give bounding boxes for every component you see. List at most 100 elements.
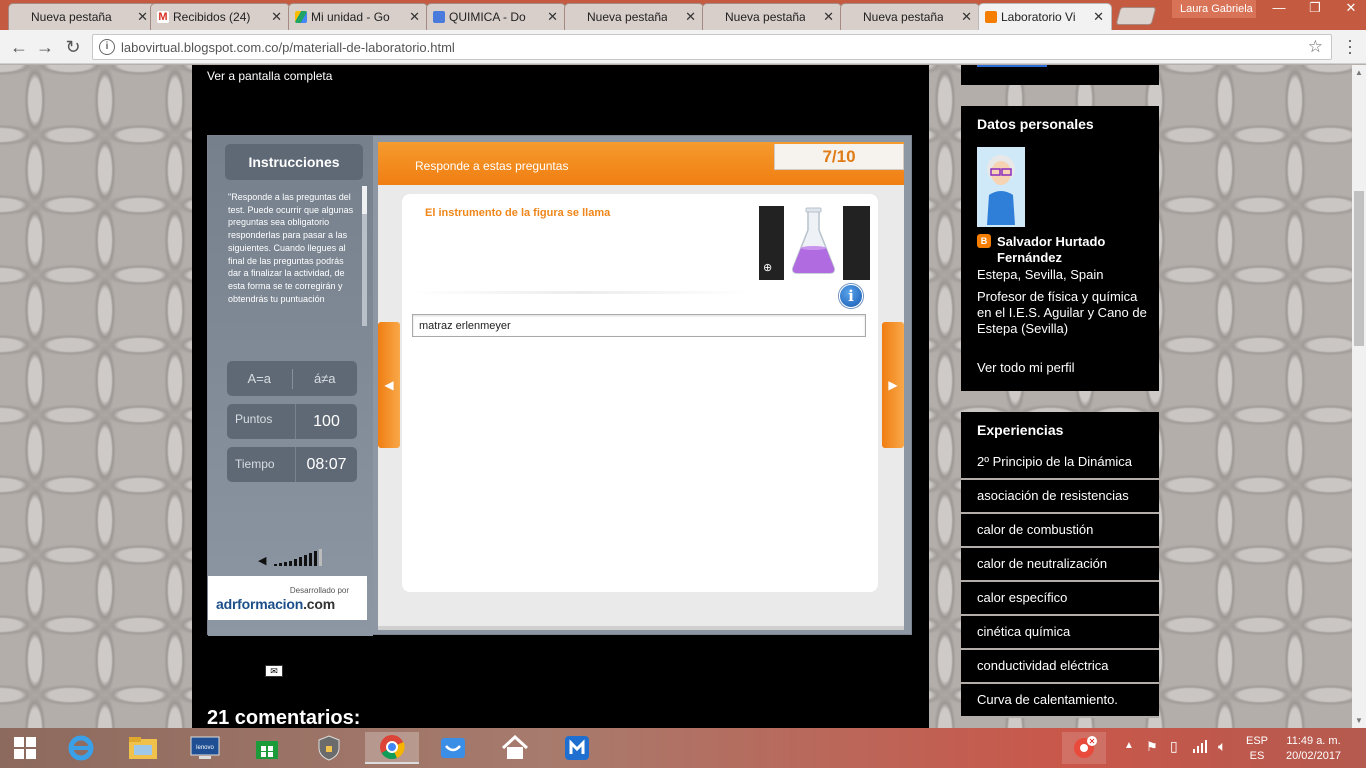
star-icon[interactable]: ☆ bbox=[1308, 37, 1323, 57]
scroll-down-icon[interactable]: ▼ bbox=[1355, 716, 1363, 725]
security-shield-icon[interactable] bbox=[310, 732, 348, 764]
logo-text: adrformacion.com bbox=[216, 596, 335, 612]
speaker-icon[interactable]: ◀ bbox=[258, 556, 266, 567]
list-item[interactable]: conductividad eléctrica bbox=[961, 650, 1159, 684]
case-sensitivity-toggle[interactable]: A=a á≠a bbox=[227, 361, 357, 396]
list-item[interactable]: calor de neutralización bbox=[961, 548, 1159, 582]
scroll-up-icon[interactable]: ▲ bbox=[1355, 68, 1363, 77]
tab-drive[interactable]: Mi unidad - Go ✕ bbox=[288, 3, 428, 30]
address-bar[interactable]: i labovirtual.blogspot.com.co/p/material… bbox=[92, 34, 1332, 60]
close-icon[interactable]: ✕ bbox=[409, 9, 420, 25]
volume-icon[interactable]: 🔈︎ bbox=[1218, 738, 1226, 768]
close-icon[interactable]: ✕ bbox=[547, 9, 558, 25]
input-language[interactable]: ESP ES bbox=[1246, 734, 1268, 764]
close-icon[interactable]: ✕ bbox=[1093, 9, 1104, 25]
windows-start-icon[interactable] bbox=[6, 732, 44, 764]
antivirus-tray-icon[interactable]: ✕ bbox=[1062, 732, 1106, 764]
case-insensitive-option[interactable]: A=a bbox=[227, 371, 292, 386]
list-item[interactable]: calor de combustión bbox=[961, 514, 1159, 548]
window-controls: — ❐ ✕ bbox=[1270, 0, 1360, 16]
close-icon[interactable]: ✕ bbox=[823, 9, 834, 25]
divider bbox=[412, 291, 752, 294]
view-profile-link[interactable]: Ver todo mi perfil bbox=[977, 360, 1075, 375]
email-share-icon[interactable]: ✉ bbox=[265, 665, 283, 677]
fullscreen-link[interactable]: Ver a pantalla completa bbox=[207, 69, 332, 83]
question-footer bbox=[378, 626, 904, 630]
close-window-icon[interactable]: ✕ bbox=[1342, 0, 1360, 16]
avatar[interactable] bbox=[977, 147, 1025, 227]
question-image[interactable]: ⊕ bbox=[759, 206, 870, 280]
drive-icon bbox=[295, 11, 307, 23]
tab-nueva-pestana-3[interactable]: Nueva pestaña ✕ bbox=[702, 3, 842, 30]
list-item[interactable]: calor específico bbox=[961, 582, 1159, 616]
tab-nueva-pestana-1[interactable]: Nueva pestaña ✕ bbox=[8, 3, 156, 30]
sidebar-widget-top bbox=[961, 65, 1159, 85]
points-value: 100 bbox=[295, 404, 357, 439]
lenovo-icon[interactable]: lenovo bbox=[186, 732, 224, 764]
next-question-button[interactable]: ▶ bbox=[882, 322, 904, 448]
logo-tagline: Desarrollado por bbox=[289, 586, 349, 595]
profile-widget: B Salvador Hurtado Fernández Estepa, Sevi… bbox=[961, 139, 1159, 391]
kebab-menu-icon[interactable]: · · · bbox=[1342, 31, 1358, 61]
page-background: Ver a pantalla completa Instrucciones "R… bbox=[0, 65, 1352, 728]
case-sensitive-option[interactable]: á≠a bbox=[293, 371, 358, 386]
list-item[interactable]: Curva de calentamiento. bbox=[961, 684, 1159, 718]
clock-time: 11:49 a. m. bbox=[1286, 735, 1341, 747]
tab-quimica-doc[interactable]: QUIMICA - Do ✕ bbox=[426, 3, 566, 30]
svg-text:lenovo: lenovo bbox=[196, 745, 214, 751]
mail-icon[interactable] bbox=[434, 732, 472, 764]
file-explorer-icon[interactable] bbox=[124, 732, 162, 764]
chrome-icon[interactable] bbox=[365, 732, 419, 764]
reload-icon[interactable]: ↻ bbox=[62, 36, 84, 58]
chevron-up-icon[interactable]: ▲ bbox=[1124, 740, 1134, 768]
blogger-icon bbox=[985, 11, 997, 23]
main-column: Ver a pantalla completa Instrucciones "R… bbox=[192, 65, 929, 728]
instructions-scrollbar[interactable] bbox=[362, 186, 367, 326]
quiz-widget: Instrucciones "Responde a las preguntas … bbox=[207, 135, 912, 636]
wifi-signal-icon[interactable] bbox=[1192, 738, 1210, 768]
maxthon-icon[interactable] bbox=[558, 732, 596, 764]
page-scrollbar[interactable]: ▲ ▼ bbox=[1352, 65, 1366, 728]
store-icon[interactable] bbox=[248, 732, 286, 764]
arrow-left-icon: ◀ bbox=[384, 378, 394, 392]
previous-question-button[interactable]: ◀ bbox=[378, 322, 400, 448]
time-label: Tiempo bbox=[235, 457, 275, 471]
minimize-icon[interactable]: — bbox=[1270, 0, 1288, 16]
tab-nueva-pestana-4[interactable]: Nueva pestaña ✕ bbox=[840, 3, 980, 30]
tab-nueva-pestana-2[interactable]: Nueva pestaña ✕ bbox=[564, 3, 704, 30]
list-item[interactable]: asociación de resistencias bbox=[961, 480, 1159, 514]
close-icon[interactable]: ✕ bbox=[271, 9, 282, 25]
list-item[interactable]: cinética química bbox=[961, 616, 1159, 650]
tab-label: Nueva pestaña bbox=[863, 10, 943, 24]
arrow-left-icon[interactable]: ← bbox=[8, 36, 30, 58]
internet-explorer-icon[interactable] bbox=[62, 732, 100, 764]
tab-strip: Nueva pestaña ✕ M Recibidos (24) ✕ Mi un… bbox=[0, 0, 1366, 31]
info-icon[interactable]: i bbox=[99, 39, 115, 55]
url-text[interactable]: labovirtual.blogspot.com.co/p/materiall-… bbox=[121, 40, 455, 55]
adrformacion-logo[interactable]: Desarrollado por adrformacion.com bbox=[208, 576, 367, 620]
docs-icon bbox=[433, 11, 445, 23]
home-icon[interactable] bbox=[496, 732, 534, 764]
close-icon[interactable]: ✕ bbox=[137, 9, 148, 25]
scrollbar-thumb[interactable] bbox=[1354, 191, 1364, 346]
arrow-right-icon[interactable]: → bbox=[34, 36, 56, 58]
profile-name[interactable]: B Salvador Hurtado Fernández bbox=[977, 234, 1147, 266]
tab-laboratorio-virtual[interactable]: Laboratorio Vi ✕ bbox=[978, 3, 1112, 31]
answer-input[interactable]: matraz erlenmeyer bbox=[412, 314, 866, 337]
zoom-icon[interactable]: ⊕ bbox=[763, 261, 772, 274]
clock[interactable]: 11:49 a. m. 20/02/2017 bbox=[1286, 734, 1341, 764]
question-header: Responde a estas preguntas 7/10 bbox=[378, 142, 904, 185]
close-icon[interactable]: ✕ bbox=[685, 9, 696, 25]
new-tab-button[interactable] bbox=[1115, 7, 1157, 25]
profile-chip[interactable]: Laura Gabriela bbox=[1172, 0, 1256, 18]
tab-label: Nueva pestaña bbox=[31, 10, 112, 24]
tab-gmail[interactable]: M Recibidos (24) ✕ bbox=[150, 3, 290, 30]
info-icon[interactable]: i bbox=[839, 284, 863, 308]
battery-icon[interactable]: ▯ bbox=[1170, 738, 1178, 768]
list-item[interactable]: 2º Principio de la Dinámica bbox=[961, 446, 1159, 480]
instructions-title[interactable]: Instrucciones bbox=[225, 144, 363, 180]
volume-control[interactable]: ◀ bbox=[258, 548, 322, 567]
flag-icon[interactable]: ⚑ bbox=[1146, 739, 1158, 768]
close-icon[interactable]: ✕ bbox=[961, 9, 972, 25]
maximize-icon[interactable]: ❐ bbox=[1306, 0, 1324, 16]
